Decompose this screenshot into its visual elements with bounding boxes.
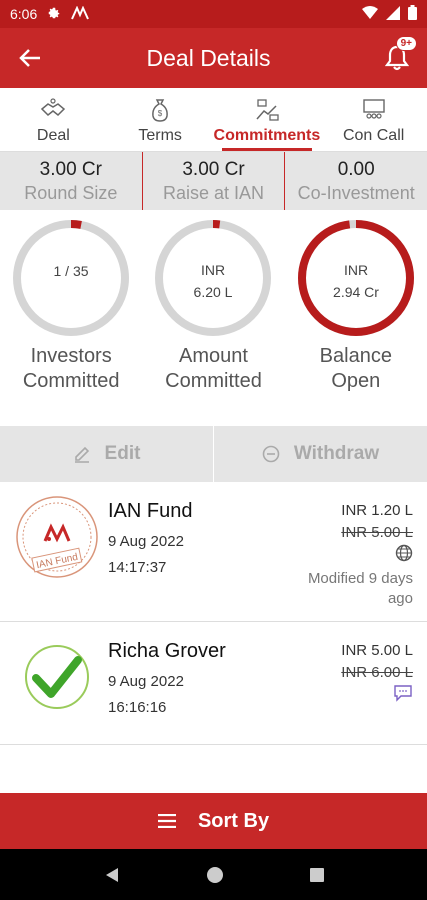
nav-home-icon[interactable] xyxy=(206,866,224,884)
edit-label: Edit xyxy=(104,443,141,464)
chat-icon[interactable] xyxy=(341,684,413,709)
withdraw-label: Withdraw xyxy=(293,443,380,464)
commitment-amounts: INR 5.00 L INR 6.00 L xyxy=(341,634,413,732)
commitment-icon xyxy=(256,99,279,121)
commitment-time: 16:16:16 xyxy=(108,699,167,716)
settings-gear-icon xyxy=(47,6,61,23)
conference-icon xyxy=(362,99,385,119)
page-title: Deal Details xyxy=(146,44,271,71)
ring-label: Balance Open xyxy=(320,344,392,394)
svg-text:$: $ xyxy=(158,109,163,118)
commitment-info: IAN Fund 9 Aug 2022 14:17:37 xyxy=(100,494,283,609)
app-bar: Deal Details 9+ xyxy=(0,28,427,88)
tab-commitments[interactable]: Commitments xyxy=(214,88,321,151)
money-bag-icon: $ xyxy=(152,99,168,122)
commitments-list: IAN Fund IAN Fund 9 Aug 2022 14:17:37 IN… xyxy=(0,482,427,745)
ring-line1: INR xyxy=(344,262,368,278)
ring-line1: INR xyxy=(201,262,225,278)
menu-icon xyxy=(157,814,176,828)
notification-badge: 9+ xyxy=(395,36,417,51)
stat-value: 0.00 xyxy=(337,158,375,180)
tab-terms[interactable]: $ Terms xyxy=(107,88,214,151)
ring-label-line2: Open xyxy=(331,370,381,392)
commitment-row[interactable]: IAN Fund IAN Fund 9 Aug 2022 14:17:37 IN… xyxy=(0,482,427,622)
stat-raise-at-ian: 3.00 Cr Raise at IAN xyxy=(143,152,286,210)
ian-fund-stamp-avatar: IAN Fund xyxy=(14,494,100,580)
ring-label: Amount Committed xyxy=(165,344,262,394)
back-button[interactable] xyxy=(0,28,60,88)
minus-circle-icon xyxy=(262,445,280,463)
stat-label: Raise at IAN xyxy=(162,182,265,203)
stat-label: Co-Investment xyxy=(297,182,415,203)
nav-recents-icon[interactable] xyxy=(309,867,325,883)
edit-button[interactable]: Edit xyxy=(0,426,214,482)
notifications-button[interactable]: 9+ xyxy=(367,28,427,88)
ring-label: Investors Committed xyxy=(23,344,120,394)
ring-line1: 1 / 35 xyxy=(54,263,89,279)
modified-note: Modified 9 days ago xyxy=(307,570,413,607)
commitment-date: 9 Aug 2022 xyxy=(108,533,184,550)
tab-label: Deal xyxy=(36,127,70,144)
stat-value: 3.00 Cr xyxy=(182,158,245,180)
investor-name: IAN Fund xyxy=(108,500,193,522)
stat-co-investment: 0.00 Co-Investment xyxy=(285,152,427,210)
ring-line2: 2.94 Cr xyxy=(333,284,379,300)
clock: 6:06 xyxy=(10,6,38,22)
withdraw-button[interactable]: Withdraw xyxy=(214,426,427,482)
stat-label: Round Size xyxy=(24,182,118,203)
ring-progress-arc xyxy=(297,220,414,336)
globe-icon xyxy=(283,544,413,569)
app-logo-icon xyxy=(71,5,90,23)
handshake-icon xyxy=(41,98,66,117)
tab-label: Con Call xyxy=(342,127,405,144)
tab-con-call[interactable]: Con Call xyxy=(320,88,427,151)
wifi-icon xyxy=(362,5,378,23)
tab-label: Terms xyxy=(138,127,182,144)
back-arrow-icon xyxy=(19,49,40,67)
tab-bar: Deal $ Terms Commitments Con Call xyxy=(0,88,427,152)
previous-amount: INR 5.00 L xyxy=(341,524,413,541)
sort-by-label: Sort By xyxy=(197,809,270,832)
check-icon xyxy=(25,645,89,709)
investor-name: Richa Grover xyxy=(108,640,226,662)
ring-amount-committed: INR 6.20 L Amount Committed xyxy=(142,218,284,408)
previous-amount: INR 6.00 L xyxy=(341,664,413,681)
action-bar: Edit Withdraw xyxy=(0,426,427,482)
verified-check-avatar xyxy=(14,634,100,720)
progress-rings: 1 / 35 Investors Committed INR 6.20 L Am… xyxy=(0,218,427,408)
tab-label: Commitments xyxy=(213,127,321,144)
ring-label-line1: Investors xyxy=(30,345,112,367)
ring-line2: 6.20 L xyxy=(194,284,233,300)
ring-label-line2: Committed xyxy=(165,370,262,392)
nav-back-icon[interactable] xyxy=(103,866,121,884)
signal-icon xyxy=(386,5,400,23)
commitment-date: 9 Aug 2022 xyxy=(108,673,184,690)
progress-ring: 1 / 35 xyxy=(13,220,130,336)
commitment-time: 14:17:37 xyxy=(108,559,167,576)
commitment-amounts: INR 1.20 L INR 5.00 L Modified 9 days ag… xyxy=(283,494,413,609)
ring-balance-open: INR 2.94 Cr Balance Open xyxy=(285,218,427,408)
battery-icon xyxy=(408,5,417,23)
deal-stats: 3.00 Cr Round Size 3.00 Cr Raise at IAN … xyxy=(0,152,427,210)
stat-round-size: 3.00 Cr Round Size xyxy=(0,152,143,210)
system-nav-bar xyxy=(0,849,427,900)
ring-label-line1: Balance xyxy=(319,345,392,367)
status-bar: 6:06 xyxy=(0,0,427,28)
ring-label-line2: Committed xyxy=(22,370,120,392)
ring-label-line1: Amount xyxy=(179,345,248,367)
ring-investors-committed: 1 / 35 Investors Committed xyxy=(0,218,142,408)
commitment-row[interactable]: Richa Grover 9 Aug 2022 16:16:16 INR 5.0… xyxy=(0,622,427,745)
progress-ring: INR 2.94 Cr xyxy=(297,220,414,336)
tab-deal[interactable]: Deal xyxy=(0,88,107,151)
pencil-icon xyxy=(74,446,89,463)
current-amount: INR 5.00 L xyxy=(341,642,413,659)
sort-by-button[interactable]: Sort By xyxy=(0,793,427,849)
commitment-info: Richa Grover 9 Aug 2022 16:16:16 xyxy=(100,634,341,732)
stat-value: 3.00 Cr xyxy=(39,158,102,180)
current-amount: INR 1.20 L xyxy=(341,502,413,519)
progress-ring: INR 6.20 L xyxy=(155,220,272,336)
